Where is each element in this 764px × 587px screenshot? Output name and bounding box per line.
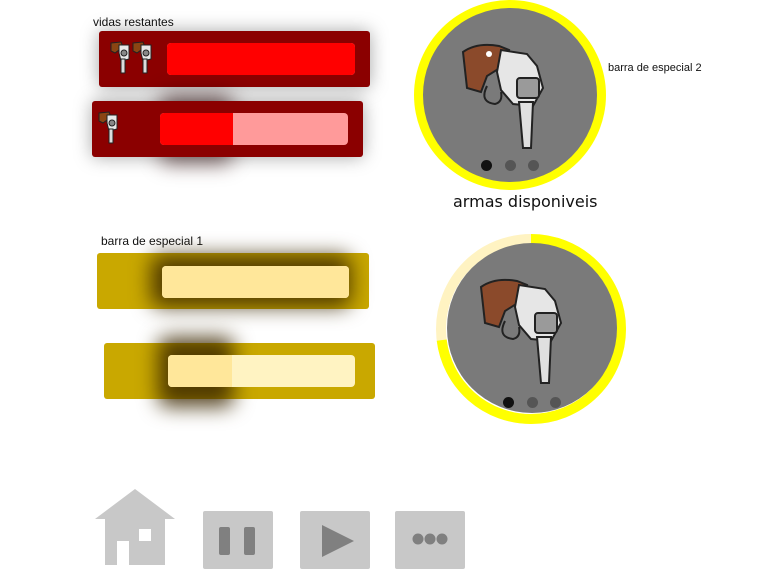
lives-bar-1-track [167, 43, 355, 75]
revolver-icon [98, 111, 118, 144]
special1-bar-1-panel [97, 253, 369, 309]
more-button[interactable] [395, 511, 465, 569]
play-icon [322, 525, 354, 557]
special1-label: barra de especial 1 [101, 234, 204, 248]
special1-bar-2-panel [104, 337, 375, 407]
page-dot-3[interactable] [527, 160, 539, 171]
page-dot-1[interactable] [481, 160, 493, 171]
pause-button[interactable] [203, 511, 273, 569]
weapon-pagination [423, 158, 597, 176]
weapon-pagination [447, 395, 617, 413]
lives-bar-2-fill [160, 113, 234, 145]
more-icon [412, 533, 448, 545]
pause-icon [219, 527, 255, 555]
home-icon [95, 489, 175, 565]
special1-bar-2-fill [168, 355, 232, 387]
lives-bar-2-track [160, 113, 348, 145]
revolver-icon [110, 41, 152, 74]
page-dot-2[interactable] [526, 397, 538, 408]
special1-bar-1-track [162, 266, 349, 298]
lives-bar-2-panel [92, 101, 363, 157]
weapon-display [423, 8, 597, 182]
weapon-display [447, 243, 617, 413]
weapon-selector-top[interactable] [414, 0, 606, 190]
lives-bar-1-panel [99, 31, 370, 87]
page-dot-2[interactable] [504, 160, 516, 171]
revolver-icon [461, 43, 545, 149]
page-dot-3[interactable] [549, 397, 561, 408]
home-button[interactable] [95, 487, 175, 565]
lives-label: vidas restantes [93, 15, 174, 29]
weapon-selector-bottom[interactable] [435, 233, 627, 425]
lives-bar-1-fill [167, 43, 355, 75]
weapons-label: armas disponiveis [453, 192, 598, 211]
play-button[interactable] [300, 511, 370, 569]
revolver-icon [479, 278, 563, 384]
special1-bar-2-track [168, 355, 355, 387]
special1-bar-1-fill [162, 266, 349, 298]
page-dot-1[interactable] [503, 397, 515, 408]
special2-label: barra de especial 2 [608, 62, 702, 74]
